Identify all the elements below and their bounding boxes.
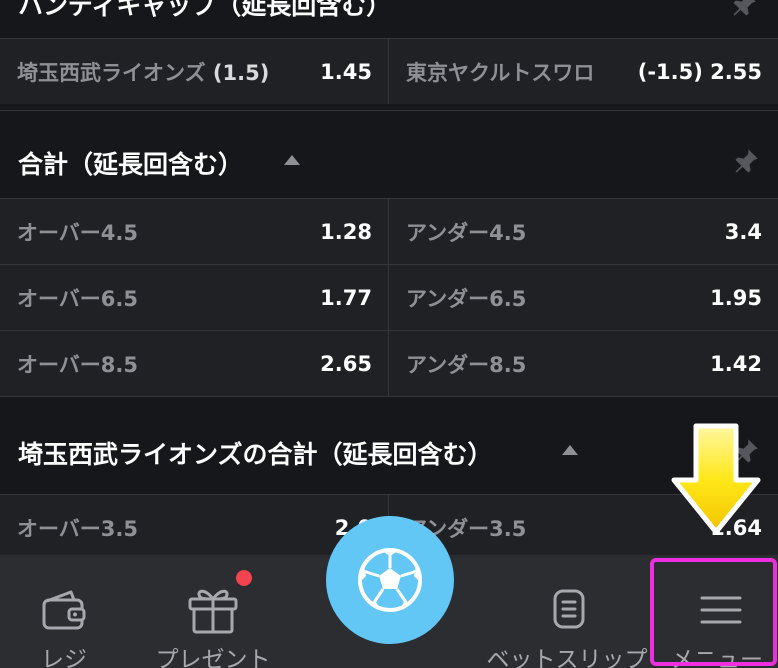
total-row: オーバー8.5 2.65 アンダー8.5 1.42 — [0, 330, 778, 396]
odds-value: (-1.5) 2.55 — [637, 60, 762, 84]
notification-badge — [236, 570, 252, 586]
odds-value: 1.45 — [320, 60, 372, 84]
over-option[interactable]: オーバー3.5 2.0 — [0, 495, 389, 560]
option-label: オーバー8.5 — [17, 353, 138, 377]
odds-value: 1.95 — [710, 286, 762, 310]
total-section-header[interactable]: 合計（延長回含む） — [0, 110, 778, 198]
section-title: ハンディキャップ（延長回含む） — [18, 0, 392, 20]
team-total-section-header[interactable]: 埼玉西武ライオンズの合計（延長回含む） — [0, 396, 778, 484]
handicap-option-away[interactable]: 東京ヤクルトスワロ (-1.5) 2.55 — [389, 39, 778, 104]
nav-item-cashier[interactable]: レジ — [0, 555, 128, 668]
highlight-box — [650, 558, 777, 666]
soccer-ball-icon — [358, 548, 422, 612]
total-row: オーバー4.5 1.28 アンダー4.5 3.4 — [0, 198, 778, 264]
gift-icon — [188, 589, 238, 634]
over-option[interactable]: オーバー6.5 1.77 — [0, 265, 389, 330]
option-label: アンダー4.5 — [406, 221, 527, 245]
section-title: 埼玉西武ライオンズの合計（延長回含む） — [18, 440, 493, 469]
odds-value: 1.77 — [320, 286, 372, 310]
option-label: オーバー3.5 — [17, 517, 138, 541]
option-label: アンダー8.5 — [406, 353, 527, 377]
over-option[interactable]: オーバー8.5 2.65 — [0, 331, 389, 396]
nav-label: レジ — [41, 647, 87, 668]
bet-slip-icon — [553, 589, 585, 629]
option-label: 埼玉西武ライオンズ (1.5) — [17, 61, 270, 85]
nav-label: ベットスリップ — [486, 647, 648, 668]
odds-value: 1.28 — [320, 220, 372, 244]
sports-home-button[interactable] — [326, 516, 454, 644]
collapse-caret-icon[interactable] — [562, 445, 578, 455]
under-option[interactable]: アンダー4.5 3.4 — [389, 199, 778, 264]
total-row: オーバー6.5 1.77 アンダー6.5 1.95 — [0, 264, 778, 330]
option-label: アンダー6.5 — [406, 287, 527, 311]
handicap-section-header[interactable]: ハンディキャップ（延長回含む） — [0, 0, 778, 38]
section-title: 合計（延長回含む） — [18, 150, 244, 179]
handicap-row: 埼玉西武ライオンズ (1.5) 1.45 東京ヤクルトスワロ (-1.5) 2.… — [0, 38, 778, 104]
pin-icon[interactable] — [730, 0, 758, 18]
nav-item-present[interactable]: プレゼント — [148, 555, 278, 668]
handicap-option-home[interactable]: 埼玉西武ライオンズ (1.5) 1.45 — [0, 39, 389, 104]
option-label: オーバー4.5 — [17, 221, 138, 245]
pin-icon[interactable] — [732, 147, 760, 175]
under-option[interactable]: アンダー6.5 1.95 — [389, 265, 778, 330]
pointer-arrow-icon — [671, 423, 761, 535]
nav-label: プレゼント — [155, 647, 271, 668]
option-label: オーバー6.5 — [17, 287, 138, 311]
nav-item-bet-slip[interactable]: ベットスリップ — [484, 555, 650, 668]
under-option[interactable]: アンダー8.5 1.42 — [389, 331, 778, 396]
odds-value: 1.42 — [710, 352, 762, 376]
odds-value: 2.65 — [320, 352, 372, 376]
option-label: 東京ヤクルトスワロ — [406, 61, 595, 85]
collapse-caret-icon[interactable] — [284, 155, 300, 165]
over-option[interactable]: オーバー4.5 1.28 — [0, 199, 389, 264]
wallet-icon — [42, 590, 86, 630]
odds-value: 3.4 — [724, 220, 762, 244]
